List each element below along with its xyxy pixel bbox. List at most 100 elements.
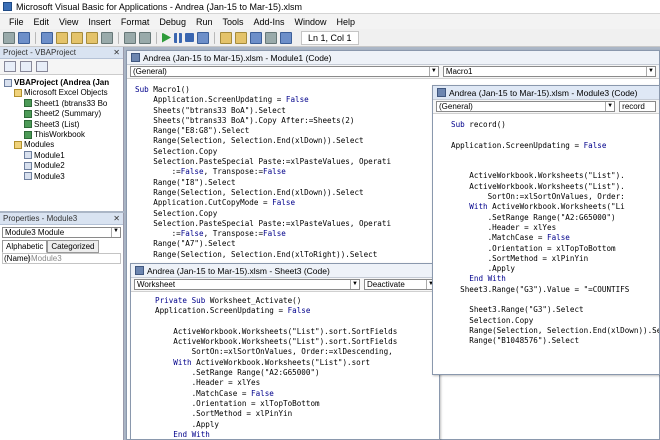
tab-categorized[interactable]: Categorized <box>47 240 99 253</box>
properties-window-icon[interactable] <box>235 31 247 44</box>
tree-item-label: Sheet2 (Summary) <box>34 109 102 119</box>
module3-code-editor[interactable]: Sub record() Application.ScreenUpdating … <box>433 114 659 347</box>
toolbox-icon[interactable] <box>265 31 277 44</box>
tree-item-label: Microsoft Excel Objects <box>24 88 108 98</box>
toolbar-separator <box>214 31 215 44</box>
menu-run[interactable]: Run <box>191 17 218 27</box>
property-value[interactable]: Module3 <box>29 254 62 263</box>
excel-view-icon[interactable] <box>3 31 15 44</box>
sheet3-title: Andrea (Jan-15 to Mar-15).xlsm - Sheet3 … <box>147 265 330 276</box>
object-combo[interactable]: (General) ▼ <box>436 101 616 112</box>
sheet3-code-editor[interactable]: Private Sub Worksheet_Activate() Applicat… <box>131 292 439 439</box>
tree-item[interactable]: Modules <box>14 140 54 149</box>
code-line: Application.ScreenUpdating = False <box>451 140 607 150</box>
toolbar-separator <box>156 31 157 44</box>
tree-item[interactable]: Sheet3 (List) <box>24 120 79 129</box>
tree-item[interactable]: Module1 <box>24 151 65 160</box>
object-browser-icon[interactable] <box>250 31 262 44</box>
tree-item[interactable]: ThisWorkbook <box>24 130 85 139</box>
tree-item[interactable]: Sheet1 (btrans33 Bo <box>24 99 107 108</box>
project-icon <box>4 78 12 87</box>
menu-view[interactable]: View <box>54 17 83 27</box>
view-code-button[interactable] <box>4 61 16 72</box>
help-icon[interactable] <box>280 31 292 44</box>
code-line: ActiveWorkbook.Worksheets("List").sort.S… <box>155 326 398 336</box>
menu-help[interactable]: Help <box>332 17 361 27</box>
menu-edit[interactable]: Edit <box>29 17 55 27</box>
object-combo-value: Worksheet <box>137 280 176 289</box>
menu-bar: File Edit View Insert Format Debug Run Tools Add… <box>0 14 660 29</box>
menu-debug[interactable]: Debug <box>154 17 191 27</box>
reset-icon[interactable] <box>185 33 194 42</box>
chevron-down-icon[interactable]: ▼ <box>428 67 438 76</box>
redo-icon[interactable] <box>139 31 151 44</box>
tree-item[interactable]: Module2 <box>24 161 65 170</box>
sheet3-code-window[interactable]: Andrea (Jan-15 to Mar-15).xlsm - Sheet3 … <box>130 263 440 440</box>
code-line: Application.ScreenUpdating = False <box>155 306 311 316</box>
module3-title-bar[interactable]: Andrea (Jan-15 to Mar-15).xlsm - Module3… <box>433 86 659 100</box>
code-line: ActiveWorkbook.Worksheets("List"). <box>451 171 625 181</box>
design-mode-icon[interactable] <box>197 31 209 44</box>
tab-alphabetic[interactable]: Alphabetic <box>2 240 48 253</box>
chevron-down-icon[interactable]: ▼ <box>350 280 359 289</box>
code-line: .Header = xlYes <box>155 378 261 388</box>
undo-icon[interactable] <box>124 31 136 44</box>
menu-window[interactable]: Window <box>290 17 332 27</box>
chevron-down-icon[interactable]: ▼ <box>646 67 655 76</box>
break-icon[interactable] <box>174 32 182 43</box>
chevron-down-icon[interactable]: ▼ <box>605 102 614 111</box>
paste-icon[interactable] <box>86 31 98 44</box>
code-line: Private Sub Worksheet_Activate() <box>155 296 302 305</box>
module1-title-bar[interactable]: Andrea (Jan-15 to Mar-15).xlsm - Module1… <box>127 51 659 65</box>
tree-item-label: Module1 <box>34 150 65 160</box>
procedure-combo[interactable]: record <box>619 101 656 112</box>
properties-panel-title-bar: Properties - Module3 ✕ <box>0 213 123 225</box>
procedure-combo[interactable]: Deactivate ▼ <box>364 279 436 290</box>
code-window-icon <box>131 53 140 62</box>
toolbar-separator <box>118 31 119 44</box>
procedure-combo[interactable]: Macro1 ▼ <box>442 66 656 77</box>
tree-item[interactable]: Microsoft Excel Objects <box>14 88 108 97</box>
view-object-button[interactable] <box>20 61 32 72</box>
property-key: (Name) <box>4 254 31 263</box>
menu-add-ins[interactable]: Add-Ins <box>248 17 289 27</box>
run-icon[interactable] <box>162 32 171 43</box>
property-row[interactable]: (Name) Module3 <box>2 253 121 264</box>
menu-tools[interactable]: Tools <box>217 17 248 27</box>
toggle-folders-button[interactable] <box>36 61 48 72</box>
object-combo-value: (General) <box>133 67 167 76</box>
menu-file[interactable]: File <box>4 17 29 27</box>
sheet3-title-bar[interactable]: Andrea (Jan-15 to Mar-15).xlsm - Sheet3 … <box>131 264 439 278</box>
code-line: ActiveWorkbook.Worksheets("List").sort.S… <box>155 337 398 347</box>
toolbar: Ln 1, Col 1 <box>0 29 660 47</box>
code-line: .MatchCase = False <box>155 388 274 398</box>
save-icon[interactable] <box>41 31 53 44</box>
cut-icon[interactable] <box>56 31 68 44</box>
menu-format[interactable]: Format <box>116 17 155 27</box>
code-line: SortOn:=xlSortOnValues, Order:=xlDescend… <box>155 347 393 357</box>
module3-title: Andrea (Jan-15 to Mar-15).xlsm - Module3… <box>449 87 638 98</box>
insert-module-icon[interactable] <box>18 31 30 44</box>
tree-item-label: Modules <box>24 140 55 150</box>
menu-insert[interactable]: Insert <box>83 17 116 27</box>
code-line: Range(Selection, Selection.End(xlDown)).… <box>451 325 660 335</box>
object-select[interactable]: Module3 Module ▼ <box>2 227 121 238</box>
code-line: .SortMethod = xlPinYin <box>451 253 589 263</box>
tree-item[interactable]: Sheet2 (Summary) <box>24 109 101 118</box>
module3-code-window[interactable]: Andrea (Jan-15 to Mar-15).xlsm - Module3… <box>432 85 660 375</box>
object-combo[interactable]: Worksheet ▼ <box>134 279 360 290</box>
cursor-position: Ln 1, Col 1 <box>301 30 359 45</box>
copy-icon[interactable] <box>71 31 83 44</box>
chevron-down-icon[interactable]: ▼ <box>111 228 120 237</box>
close-icon[interactable]: ✕ <box>113 48 120 57</box>
tree-item[interactable]: Module3 <box>24 172 65 181</box>
project-explorer-icon[interactable] <box>220 31 232 44</box>
object-combo[interactable]: (General) ▼ <box>130 66 439 77</box>
tree-item[interactable]: VBAProject (Andrea (Jan <box>4 78 109 87</box>
code-line: End With <box>173 429 210 439</box>
module1-combos: (General) ▼ Macro1 ▼ <box>127 65 659 79</box>
find-icon[interactable] <box>101 31 113 44</box>
close-icon[interactable]: ✕ <box>113 214 120 223</box>
